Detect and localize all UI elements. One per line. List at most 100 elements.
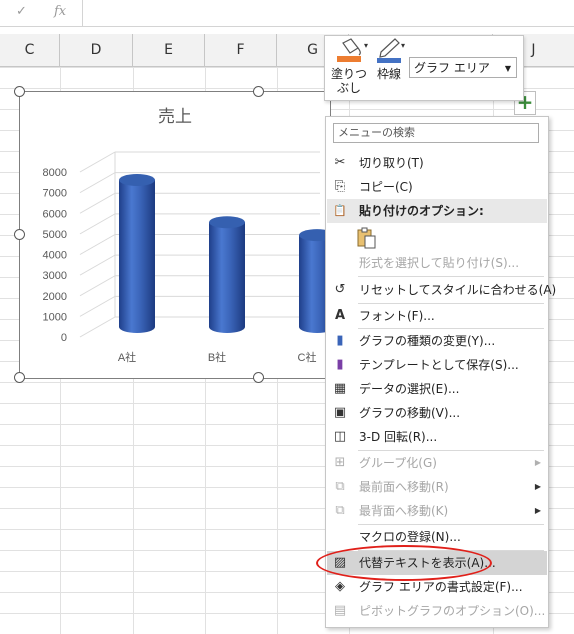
resize-handle-top-middle[interactable] — [253, 86, 264, 97]
gridline-diagonal — [79, 254, 116, 276]
save-template-icon: ▮ — [336, 357, 344, 372]
gridline-diagonal — [79, 316, 116, 338]
fill-label-line2: ぶし — [336, 81, 361, 95]
gridline-diagonal — [79, 275, 116, 297]
menu-item-label: フォント(F)... — [359, 309, 435, 323]
y-tick-label: 5000 — [43, 229, 67, 241]
y-tick-label: 7000 — [43, 188, 67, 200]
menu-item-pivot-chart-options[interactable]: ▤ ピボットグラフのオプション(O)... — [327, 599, 547, 623]
reset-style-icon: ↺ — [334, 282, 346, 297]
rotate-3d-icon: ◫ — [333, 429, 347, 444]
menu-item-label: 切り取り(T) — [359, 156, 424, 170]
menu-item-group[interactable]: ⊞ グループ化(G) ▶ — [327, 451, 547, 475]
paint-bucket-icon: ▾ — [337, 38, 368, 62]
chart-title: 売上 — [158, 107, 192, 126]
x-tick-label: C社 — [298, 350, 317, 364]
clipboard-icon — [357, 227, 376, 249]
column-header-c[interactable]: C — [0, 34, 60, 66]
y-tick-label: 1000 — [43, 311, 67, 323]
submenu-arrow-icon: ▶ — [534, 506, 541, 515]
menu-separator — [358, 276, 544, 277]
submenu-arrow-icon: ▶ — [534, 458, 541, 467]
gridline-diagonal — [79, 234, 116, 255]
chart-element-dropdown[interactable]: グラフ エリア ▼ — [409, 57, 517, 78]
fill-color-swatch — [337, 56, 361, 62]
resize-handle-middle-left[interactable] — [14, 229, 25, 240]
format-chart-area-icon: ◈ — [335, 579, 345, 594]
y-tick-label: 3000 — [43, 270, 67, 282]
paste-icon: 📋 — [333, 204, 347, 217]
scissors-icon: ✂ — [334, 155, 346, 170]
chart-element-value: グラフ エリア — [414, 61, 490, 75]
chart-area[interactable]: 売上 0 1000 2000 3000 4000 5000 6000 7000 8000 A社 B社 C… — [19, 91, 335, 379]
pivot-chart-options-icon: ▤ — [333, 603, 347, 618]
gridline-diagonal — [79, 213, 116, 235]
paste-option-icon[interactable] — [356, 227, 376, 249]
submenu-arrow-icon: ▶ — [534, 482, 541, 491]
gridline-diagonal — [79, 172, 116, 194]
fill-button[interactable]: ▾ 塗りつ ぶし — [329, 36, 369, 100]
menu-item-cut[interactable]: ✂ 切り取り(T) — [327, 151, 547, 175]
menu-item-label: コピー(C) — [359, 180, 413, 194]
svg-text:▾: ▾ — [401, 41, 405, 50]
x-tick-label: A社 — [118, 350, 136, 364]
column-header-e[interactable]: E — [133, 34, 205, 66]
outline-button[interactable]: ▾ 枠線 — [371, 36, 407, 100]
menu-item-send-to-back[interactable]: ⧉ 最背面へ移動(K) ▶ — [327, 499, 547, 523]
y-tick-label: 8000 — [43, 167, 67, 179]
send-back-icon: ⧉ — [335, 503, 345, 518]
chart-svg: 売上 0 1000 2000 3000 4000 5000 6000 7000 8000 A社 B社 C… — [43, 107, 335, 364]
gridline-diagonal — [79, 192, 116, 214]
menu-item-label: データの選択(E)... — [359, 382, 460, 396]
menu-item-select-data[interactable]: ▦ データの選択(E)... — [327, 377, 547, 401]
resize-handle-top-left[interactable] — [14, 86, 25, 97]
menu-item-change-chart-type[interactable]: ▮ グラフの種類の変更(Y)... — [327, 329, 547, 353]
menu-item-bring-to-front[interactable]: ⧉ 最前面へ移動(R) ▶ — [327, 475, 547, 499]
resize-handle-bottom-left[interactable] — [14, 372, 25, 383]
menu-item-move-chart[interactable]: ▣ グラフの移動(V)... — [327, 401, 547, 425]
menu-item-copy[interactable]: ⎘ コピー(C) — [327, 175, 547, 199]
menu-item-label: 最背面へ移動(K) — [359, 504, 449, 518]
formula-bar: ✓ fx — [0, 0, 574, 27]
menu-item-label: リセットしてスタイルに合わせる(A) — [359, 283, 557, 297]
bring-front-icon: ⧉ — [335, 479, 345, 494]
function-icon[interactable]: fx — [54, 4, 66, 19]
fill-label-line1: 塗りつ — [330, 67, 368, 81]
menu-search-input[interactable]: メニューの検索 — [333, 123, 539, 143]
outline-label: 枠線 — [376, 67, 401, 81]
bar-A社 — [119, 180, 155, 333]
resize-handle-bottom-middle[interactable] — [253, 372, 264, 383]
x-tick-label: B社 — [208, 350, 226, 364]
check-icon[interactable]: ✓ — [16, 4, 27, 19]
menu-item-label: ピボットグラフのオプション(O)... — [359, 604, 546, 618]
column-header-d[interactable]: D — [60, 34, 133, 66]
move-chart-icon: ▣ — [333, 405, 347, 420]
column-header-f[interactable]: F — [205, 34, 277, 66]
copy-icon: ⎘ — [334, 179, 346, 194]
y-tick-label: 4000 — [43, 250, 67, 262]
menu-item-label: グラフの種類の変更(Y)... — [359, 334, 496, 348]
menu-item-label: 3-D 回転(R)... — [359, 430, 438, 444]
menu-item-label: グループ化(G) — [359, 456, 437, 470]
highlight-ellipse — [316, 545, 492, 581]
menu-item-3d-rotation[interactable]: ◫ 3-D 回転(R)... — [327, 425, 547, 449]
formula-bar-divider — [82, 0, 83, 26]
y-tick-label: 0 — [61, 332, 67, 344]
bar-top-B社 — [209, 216, 245, 229]
menu-item-save-template[interactable]: ▮ テンプレートとして保存(S)... — [327, 353, 547, 377]
font-icon: A — [334, 308, 346, 323]
y-tick-label: 2000 — [43, 291, 67, 303]
group-icon: ⊞ — [334, 455, 346, 470]
select-data-icon: ▦ — [333, 381, 347, 396]
mini-toolbar: ▾ 塗りつ ぶし ▾ 枠線 グラフ エリア ▼ — [324, 35, 524, 101]
pen-icon: ▾ — [377, 38, 405, 63]
dropdown-arrow-icon: ▼ — [504, 64, 511, 73]
menu-item-label: 形式を選択して貼り付け(S)... — [359, 256, 520, 270]
menu-item-font[interactable]: A フォント(F)... — [327, 304, 547, 328]
menu-item-paste-special[interactable]: 形式を選択して貼り付け(S)... — [327, 251, 547, 275]
menu-item-label: グラフの移動(V)... — [359, 406, 461, 420]
menu-item-reset-style[interactable]: ↺ リセットしてスタイルに合わせる(A) — [327, 278, 557, 302]
gridline-diagonal — [79, 151, 116, 173]
svg-text:▾: ▾ — [364, 41, 368, 50]
bar-top-A社 — [119, 174, 155, 186]
